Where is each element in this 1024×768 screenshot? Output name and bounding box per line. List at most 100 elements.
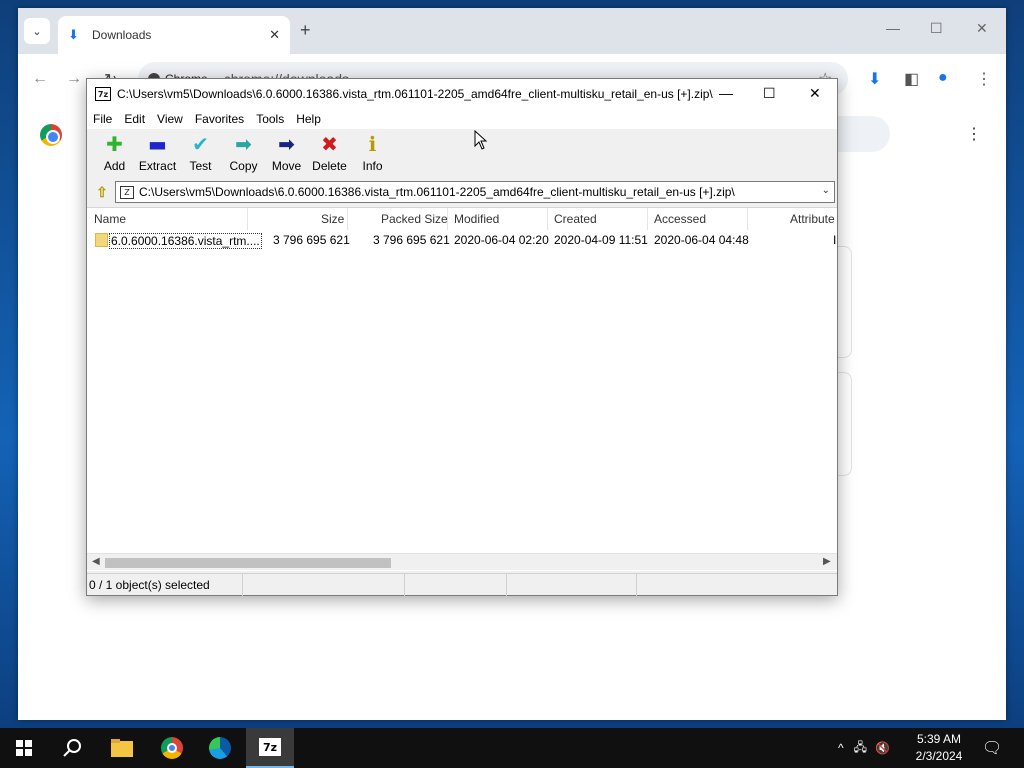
test-button[interactable]: ✔ Test bbox=[179, 133, 222, 173]
sevenzip-taskbar[interactable]: 7z bbox=[246, 728, 294, 768]
info-label: Info bbox=[362, 159, 383, 173]
copy-button[interactable]: ➡ Copy bbox=[222, 133, 265, 173]
clock-date: 2/3/2024 bbox=[915, 749, 963, 763]
taskbar: 7z ^ 🖧 🔇 5:39 AM 2/3/2024 🗨 bbox=[0, 728, 1024, 768]
chrome-icon bbox=[161, 737, 183, 759]
chevron-down-icon[interactable]: ⌄ bbox=[822, 185, 830, 196]
column-modified[interactable]: Modified bbox=[454, 212, 499, 226]
add-button[interactable]: ✚ Add bbox=[93, 133, 136, 173]
column-divider[interactable] bbox=[247, 208, 248, 230]
delete-button[interactable]: ✖ Delete bbox=[308, 133, 351, 173]
menu-icon[interactable]: ⋮ bbox=[976, 69, 992, 89]
extract-label: Extract bbox=[138, 159, 177, 173]
menu-bar: File Edit View Favorites Tools Help bbox=[87, 109, 837, 129]
minimize-button[interactable]: — bbox=[886, 20, 900, 36]
tab-search-button[interactable]: ⌄ bbox=[24, 18, 50, 44]
table-row[interactable]: 6.0.6000.16386.vista_rtm.... 3 796 695 6… bbox=[87, 232, 837, 250]
delete-label: Delete bbox=[312, 159, 347, 173]
menu-edit[interactable]: Edit bbox=[124, 112, 145, 126]
menu-file[interactable]: File bbox=[93, 112, 112, 126]
windows-logo-icon bbox=[16, 740, 32, 756]
menu-view[interactable]: View bbox=[157, 112, 183, 126]
column-divider[interactable] bbox=[747, 208, 748, 230]
info-icon: ℹ bbox=[368, 132, 377, 156]
sevenzip-titlebar: 7z C:\Users\vm5\Downloads\6.0.6000.16386… bbox=[87, 79, 837, 109]
folder-up-icon[interactable]: ⇧ bbox=[89, 181, 115, 203]
add-icon: ✚ bbox=[106, 132, 123, 156]
status-bar: 0 / 1 object(s) selected bbox=[87, 573, 837, 596]
column-attribute[interactable]: Attribute bbox=[790, 212, 835, 226]
network-icon[interactable]: 🖧 bbox=[854, 738, 867, 759]
scroll-left-icon[interactable]: ◀ bbox=[92, 556, 100, 567]
toolbar: ✚ Add ▬ Extract ✔ Test ➡ Copy ➡ Move ✖ D… bbox=[87, 129, 837, 179]
notification-icon: 🗨 bbox=[982, 740, 1003, 757]
row-attribute: I bbox=[833, 233, 837, 247]
sevenzip-window: 7z C:\Users\vm5\Downloads\6.0.6000.16386… bbox=[86, 78, 838, 596]
column-divider[interactable] bbox=[547, 208, 548, 230]
path-field[interactable]: Z C:\Users\vm5\Downloads\6.0.6000.16386.… bbox=[115, 181, 835, 203]
downloads-more-icon[interactable]: ⋮ bbox=[966, 124, 982, 144]
menu-help[interactable]: Help bbox=[296, 112, 321, 126]
minimize-button[interactable]: — bbox=[719, 85, 733, 101]
download-icon: ⬇ bbox=[68, 27, 79, 42]
forward-icon[interactable]: → bbox=[66, 70, 82, 88]
copy-label: Copy bbox=[229, 159, 258, 173]
volume-muted-icon[interactable]: 🔇 bbox=[875, 741, 890, 755]
archive-icon: Z bbox=[120, 185, 134, 199]
window-title: C:\Users\vm5\Downloads\6.0.6000.16386.vi… bbox=[117, 87, 713, 101]
column-divider[interactable] bbox=[647, 208, 648, 230]
edge-taskbar[interactable] bbox=[196, 728, 244, 768]
column-name[interactable]: Name bbox=[94, 212, 126, 226]
test-label: Test bbox=[189, 159, 212, 173]
file-explorer-taskbar[interactable] bbox=[98, 728, 146, 768]
close-button[interactable]: ✕ bbox=[809, 85, 821, 102]
move-icon: ➡ bbox=[278, 132, 295, 156]
maximize-button[interactable]: ☐ bbox=[763, 85, 776, 102]
path-text: C:\Users\vm5\Downloads\6.0.6000.16386.vi… bbox=[139, 185, 735, 199]
chrome-taskbar[interactable] bbox=[148, 728, 196, 768]
side-panel-icon[interactable]: ◧ bbox=[904, 69, 919, 89]
scroll-right-icon[interactable]: ▶ bbox=[823, 556, 831, 567]
scroll-thumb[interactable] bbox=[105, 558, 391, 568]
row-accessed: 2020-06-04 04:48 bbox=[654, 233, 749, 247]
column-divider[interactable] bbox=[347, 208, 348, 230]
new-tab-button[interactable]: + bbox=[300, 20, 311, 41]
extract-icon: ▬ bbox=[148, 132, 167, 156]
notification-button[interactable]: 🗨 bbox=[982, 728, 1002, 768]
search-icon bbox=[63, 739, 81, 757]
menu-favorites[interactable]: Favorites bbox=[195, 112, 244, 126]
menu-tools[interactable]: Tools bbox=[256, 112, 284, 126]
folder-icon bbox=[95, 233, 108, 247]
close-tab-icon[interactable]: ✕ bbox=[269, 27, 280, 43]
column-created[interactable]: Created bbox=[554, 212, 597, 226]
downloads-toolbar-icon[interactable]: ⬇ bbox=[868, 69, 881, 89]
delete-icon: ✖ bbox=[321, 132, 338, 156]
close-button[interactable]: ✕ bbox=[976, 20, 988, 37]
column-packed-size[interactable]: Packed Size bbox=[381, 212, 448, 226]
horizontal-scrollbar[interactable]: ◀ ▶ bbox=[87, 553, 837, 570]
add-label: Add bbox=[103, 159, 126, 173]
show-hidden-icons-icon[interactable]: ^ bbox=[838, 741, 844, 755]
column-size[interactable]: Size bbox=[321, 212, 344, 226]
maximize-button[interactable]: ☐ bbox=[930, 20, 943, 37]
edge-icon bbox=[209, 737, 231, 759]
profile-icon[interactable]: ● bbox=[938, 69, 948, 87]
tab-downloads[interactable]: ⬇ Downloads ✕ bbox=[58, 16, 290, 54]
search-button[interactable] bbox=[48, 728, 96, 768]
move-button[interactable]: ➡ Move bbox=[265, 133, 308, 173]
chrome-tab-strip: ⌄ ⬇ Downloads ✕ + — ☐ ✕ bbox=[18, 8, 1006, 54]
copy-icon: ➡ bbox=[235, 132, 252, 156]
back-icon[interactable]: ← bbox=[32, 70, 48, 88]
clock-time: 5:39 AM bbox=[916, 732, 962, 746]
system-tray: ^ 🖧 🔇 bbox=[838, 728, 890, 768]
file-list: Name Size Packed Size Modified Created A… bbox=[87, 207, 837, 571]
list-header: Name Size Packed Size Modified Created A… bbox=[87, 208, 837, 230]
clock[interactable]: 5:39 AM 2/3/2024 bbox=[900, 731, 978, 765]
address-row: ⇧ Z C:\Users\vm5\Downloads\6.0.6000.1638… bbox=[87, 179, 837, 205]
start-button[interactable] bbox=[0, 728, 48, 768]
status-text: 0 / 1 object(s) selected bbox=[87, 573, 243, 596]
info-button[interactable]: ℹ Info bbox=[351, 133, 394, 173]
extract-button[interactable]: ▬ Extract bbox=[136, 133, 179, 173]
column-accessed[interactable]: Accessed bbox=[654, 212, 706, 226]
column-divider[interactable] bbox=[447, 208, 448, 230]
